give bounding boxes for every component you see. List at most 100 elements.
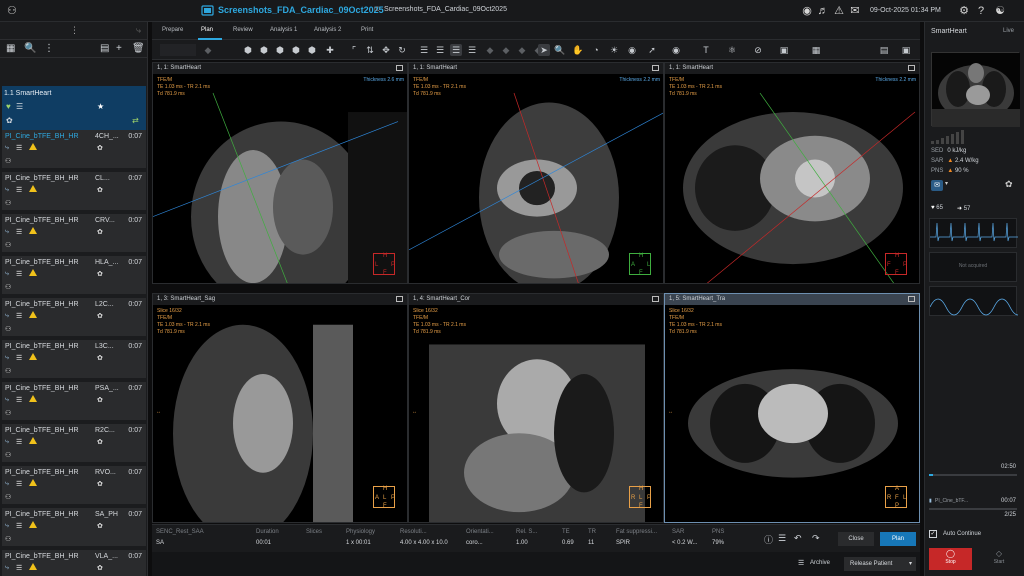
filter-icon[interactable]: ⚛ [726,44,738,56]
tab-analysis-2[interactable]: Analysis 2 [314,27,341,33]
move-icon[interactable]: ✥ [380,44,392,56]
viewport[interactable]: 1, 3: SmartHeart_Sag Slice 16/32 TFE/M TE 1… [152,293,408,523]
scan-item[interactable]: PI_Cine_bTFE_BH_HR PSA_... 0:07 ⤷ ☰ ✿ ⚇ [2,382,146,422]
protocol-header[interactable]: 1.1 SmartHeart ♥ ☰ ★ ✿ ⇄ [2,86,146,130]
text-icon[interactable]: T [700,44,712,56]
param-column[interactable]: TE 0.69 [562,529,574,546]
plan-button[interactable]: Plan [880,532,916,546]
viewport[interactable]: 1, 4: SmartHeart_Cor Slice 16/32 TFE/M TE 1… [408,293,664,523]
record-icon[interactable]: ◉ [800,4,814,18]
hide-icon[interactable]: ⊘ [752,44,764,56]
scan-item[interactable]: PI_Cine_bTFE_BH_HR L3C... 0:07 ⤷ ☰ ✿ ⚇ [2,340,146,380]
scan-item[interactable]: PI_Cine_bTFE_BH_HRVLA_...0:07⤷☰✿⚇ [2,550,146,576]
tool-icon[interactable]: ◆ [500,44,512,56]
maximize-icon[interactable] [652,296,659,302]
chevron-down-icon[interactable]: ▾ [945,180,948,187]
viewport[interactable]: 1, 1: SmartHeart TFE/M TE 1.03 ms - TR 2.1… [408,62,664,284]
param-column[interactable]: Slices [306,529,322,540]
help-icon[interactable]: ? [974,4,988,18]
archive-icon[interactable]: ☰ [798,559,804,567]
scan-item[interactable]: PI_Cine_bTFE_BH_HR 4CH_... 0:07 ⤷ ☰ ✿ ⚇ [2,130,146,170]
camera-icon[interactable]: ▣ [900,44,912,56]
live-thumbnail[interactable] [931,52,1020,127]
shift-icon[interactable]: ⇅ [364,44,376,56]
contrast-icon[interactable]: ◔ [590,44,602,56]
mr-image[interactable] [153,305,408,523]
expand-icon[interactable]: ✚ [324,44,336,56]
fan-icon[interactable]: ✿ [1005,179,1013,190]
add-icon[interactable]: + [116,43,122,54]
cube-icon[interactable]: ⬢ [242,44,254,56]
record-icon[interactable]: ◉ [626,44,638,56]
tab-review[interactable]: Review [233,27,253,33]
maximize-icon[interactable] [396,296,403,302]
stack-icon[interactable]: ☰ [418,44,430,56]
screen-icon[interactable]: ▣ [778,44,790,56]
scan-item[interactable]: PI_Cine_bTFE_BH_HR L2C... 0:07 ⤷ ☰ ✿ ⚇ [2,298,146,338]
tool-icon[interactable]: ◆ [202,44,214,56]
star-icon[interactable]: ★ [97,102,104,111]
tab-analysis-1[interactable]: Analysis 1 [270,27,297,33]
mr-image[interactable] [153,74,408,284]
params-icon[interactable]: ☰ [778,533,786,544]
viewport[interactable]: 1, 1: SmartHeart TFE/M TE 1.03 ms - TR 2.1… [664,62,920,284]
param-column[interactable]: SAR < 0.2 W... [672,529,698,546]
layout-select[interactable] [160,44,196,56]
tool-icon[interactable]: ◆ [516,44,528,56]
scan-item[interactable]: PI_Cine_bTFE_BH_HR R2C... 0:07 ⤷ ☰ ✿ ⚇ [2,424,146,464]
cube-icon[interactable]: ⬢ [306,44,318,56]
tab-prepare[interactable]: Prepare [162,27,183,33]
param-column[interactable]: Orientati... coro... [466,529,494,546]
maximize-icon[interactable] [908,65,915,71]
param-column[interactable]: Fat suppressi... SPIR [616,529,657,546]
scan-item[interactable]: PI_Cine_bTFE_BH_HR RVO... 0:07 ⤷ ☰ ✿ ⚇ [2,466,146,506]
more-icon[interactable]: ⋮ [70,25,79,36]
delete-icon[interactable]: 🗑 [132,43,145,54]
cube-icon[interactable]: ⬢ [258,44,270,56]
param-column[interactable]: Resoluti... 4.00 x 4.00 x 10.0 [400,529,448,546]
layout-icon[interactable]: ▤ [100,43,109,54]
tab-plan[interactable]: Plan [201,27,213,33]
rotate-icon[interactable]: ↻ [396,44,408,56]
stack-icon[interactable]: ☰ [466,44,478,56]
param-column[interactable]: Rel. S... 1.00 [516,529,537,546]
pin-icon[interactable]: ⤷ [136,25,141,36]
intercom-icon[interactable]: ✉ [931,180,943,191]
scan-item[interactable]: PI_Cine_bTFE_BH_HR CRV... 0:07 ⤷ ☰ ✿ ⚇ [2,214,146,254]
stack-icon[interactable]: ☰ [450,44,462,56]
speaker-icon[interactable]: ♬ [816,4,830,18]
pointer-icon[interactable]: ➤ [538,44,550,56]
maximize-icon[interactable] [652,65,659,71]
undo-icon[interactable]: ↶ [794,533,802,544]
alert-icon[interactable]: ⚠ [832,4,846,18]
sync-icon[interactable]: ⇄ [132,116,139,125]
param-column[interactable]: Duration 00:01 [256,529,279,546]
crop-icon[interactable]: ⌜ [348,44,360,56]
stop-button[interactable]: ◯ Stop [929,548,972,570]
scan-item[interactable]: PI_Cine_bTFE_BH_HR CL... 0:07 ⤷ ☰ ✿ ⚇ [2,172,146,212]
patient-icon[interactable]: ⚇ [7,4,19,18]
ruler-icon[interactable]: ➚ [646,44,658,56]
more-options-icon[interactable]: ⋮ [44,43,54,54]
mr-image[interactable] [665,74,920,284]
start-button[interactable]: ◇ Start [979,548,1019,570]
user-icon[interactable]: ☯ [993,4,1007,18]
release-patient-button[interactable]: Release Patient ▾ [844,557,916,571]
mr-image[interactable] [409,74,664,284]
close-button[interactable]: Close [838,532,874,546]
param-column[interactable]: PNS 79% [712,529,724,546]
mr-image[interactable] [409,305,664,523]
param-column[interactable]: TR 11 [588,529,596,546]
scan-item[interactable]: PI_Cine_bTFE_BH_HR SA_PH 0:07 ⤷ ☰ ✿ ⚇ [2,508,146,548]
maximize-icon[interactable] [396,65,403,71]
tool-icon[interactable]: ◆ [484,44,496,56]
info-icon[interactable]: ⓘ [764,533,773,546]
mr-image[interactable] [665,305,920,523]
tab-print[interactable]: Print [361,27,373,33]
grid-icon[interactable]: ▦ [6,43,15,54]
scan-item[interactable]: PI_Cine_bTFE_BH_HR HLA_... 0:07 ⤷ ☰ ✿ ⚇ [2,256,146,296]
stack-icon[interactable]: ☰ [434,44,446,56]
cube-icon[interactable]: ⬢ [290,44,302,56]
maximize-icon[interactable] [908,296,915,302]
pan-icon[interactable]: ✋ [572,44,584,56]
